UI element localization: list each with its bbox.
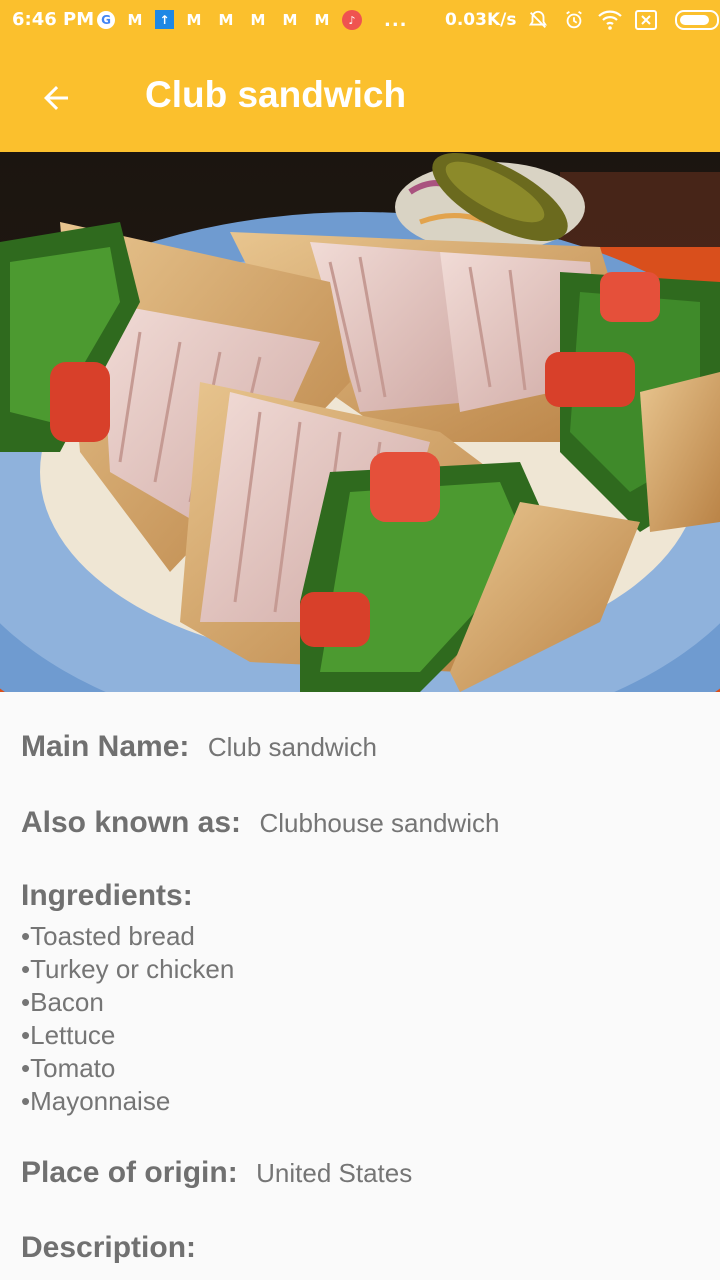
ingredients-list: •Toasted bread •Turkey or chicken •Bacon… [21, 920, 234, 1118]
main-name-row: Main Name: Club sandwich [21, 730, 377, 764]
list-item: •Lettuce [21, 1020, 116, 1050]
system-icons [525, 7, 719, 33]
list-item: •Bacon [21, 987, 104, 1017]
gmail-icon: M [218, 11, 234, 29]
list-item: •Turkey or chicken [21, 954, 235, 984]
battery-icon [675, 10, 719, 30]
aka-label: Also known as: [21, 806, 242, 839]
arrow-left-icon [44, 86, 68, 110]
description-label: Description: [21, 1231, 197, 1264]
main-name-label: Main Name: [21, 730, 190, 763]
network-speed: 0.03K/s [445, 10, 517, 30]
origin-label: Place of origin: [21, 1156, 238, 1189]
aka-row: Also known as: Clubhouse sandwich [21, 806, 499, 840]
gmail-icon: M [250, 11, 266, 29]
main-name-value: Club sandwich [207, 732, 377, 762]
wifi-icon [597, 7, 623, 33]
alarm-icon [561, 7, 587, 33]
ingredients-heading-row: Ingredients: [21, 879, 193, 913]
dish-photo [0, 152, 720, 692]
aka-value: Clubhouse sandwich [259, 808, 500, 838]
description-heading-row: Description: [21, 1231, 196, 1265]
battery-level [680, 15, 709, 25]
gmail-icon: M [282, 11, 298, 29]
origin-value: United States [256, 1158, 413, 1188]
list-item: •Toasted bread [21, 921, 195, 951]
gmail-icon: M [127, 11, 143, 29]
list-item: •Mayonnaise [21, 1086, 171, 1116]
gmail-icon: M [314, 11, 330, 29]
status-time: 6:46 PM [12, 9, 95, 30]
status-bar: 6:46 PM G M ↑ M M M M M ♪ ... 0.03K/s [0, 0, 720, 40]
google-icon: G [97, 11, 115, 29]
app-bar: Club sandwich [0, 40, 720, 152]
sim-none-icon [633, 7, 659, 33]
gmail-icon: M [186, 11, 202, 29]
alarm-muted-icon [525, 7, 551, 33]
music-icon: ♪ [342, 10, 362, 30]
notification-icons: G M ↑ M M M M M ♪ [97, 8, 362, 32]
more-notifications: ... [384, 10, 408, 31]
upload-icon: ↑ [155, 10, 174, 29]
origin-row: Place of origin: United States [21, 1156, 412, 1190]
list-item: •Tomato [21, 1053, 116, 1083]
page-title: Club sandwich [145, 74, 407, 115]
back-button[interactable] [28, 70, 84, 126]
ingredients-label: Ingredients: [21, 879, 193, 912]
